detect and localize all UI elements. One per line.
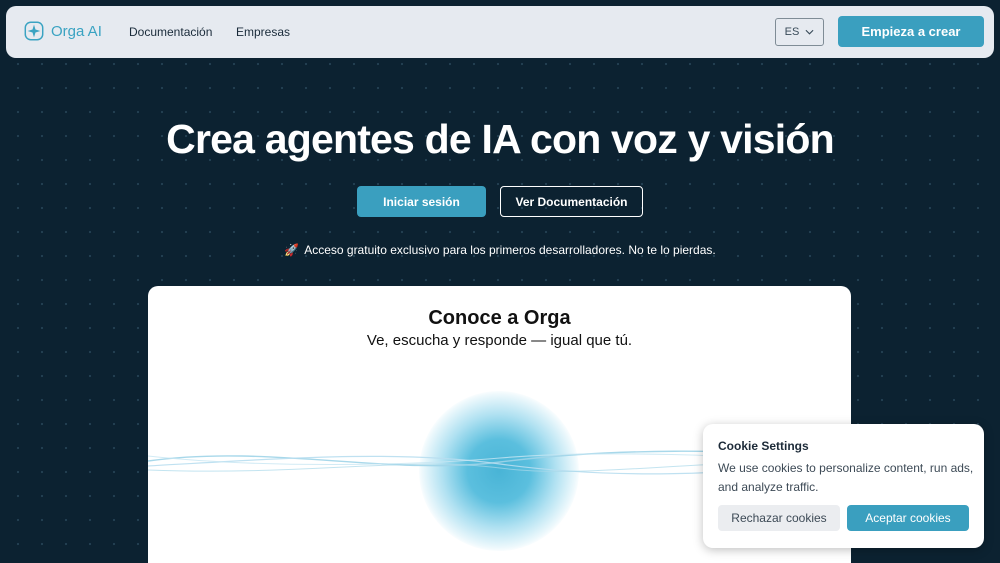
cookie-banner: Cookie Settings We use cookies to person… — [703, 424, 984, 548]
logo[interactable]: Orga AI — [23, 20, 102, 42]
login-button[interactable]: Iniciar sesión — [357, 186, 486, 217]
hero-title: Crea agentes de IA con voz y visión — [166, 116, 835, 162]
promo-banner: 🚀 Acceso gratuito exclusivo para los prim… — [0, 243, 1000, 257]
orga-logo-icon — [23, 20, 45, 42]
navbar: Orga AI Documentación Empresas ES Empiez… — [6, 6, 994, 58]
rocket-icon: 🚀 — [284, 243, 300, 257]
reject-cookies-button[interactable]: Rechazar cookies — [718, 505, 840, 531]
promo-text: Acceso gratuito exclusivo para los prime… — [304, 243, 716, 257]
accept-cookies-button[interactable]: Aceptar cookies — [847, 505, 969, 531]
language-value: ES — [784, 26, 800, 38]
nav-link-empresas[interactable]: Empresas — [236, 25, 290, 39]
card-subtitle: Ve, escucha y responde — igual que tú. — [366, 332, 633, 349]
logo-text: Orga AI — [51, 22, 102, 40]
nav-link-documentacion[interactable]: Documentación — [129, 25, 212, 39]
start-creating-button[interactable]: Empieza a crear — [838, 16, 984, 47]
chevron-down-icon — [805, 26, 814, 38]
view-docs-button[interactable]: Ver Documentación — [500, 186, 643, 217]
cookie-text: We use cookies to personalize content, r… — [718, 461, 974, 494]
card-title: Conoce a Orga — [428, 307, 571, 329]
language-select[interactable]: ES — [775, 18, 824, 46]
cookie-title: Cookie Settings — [718, 439, 809, 453]
